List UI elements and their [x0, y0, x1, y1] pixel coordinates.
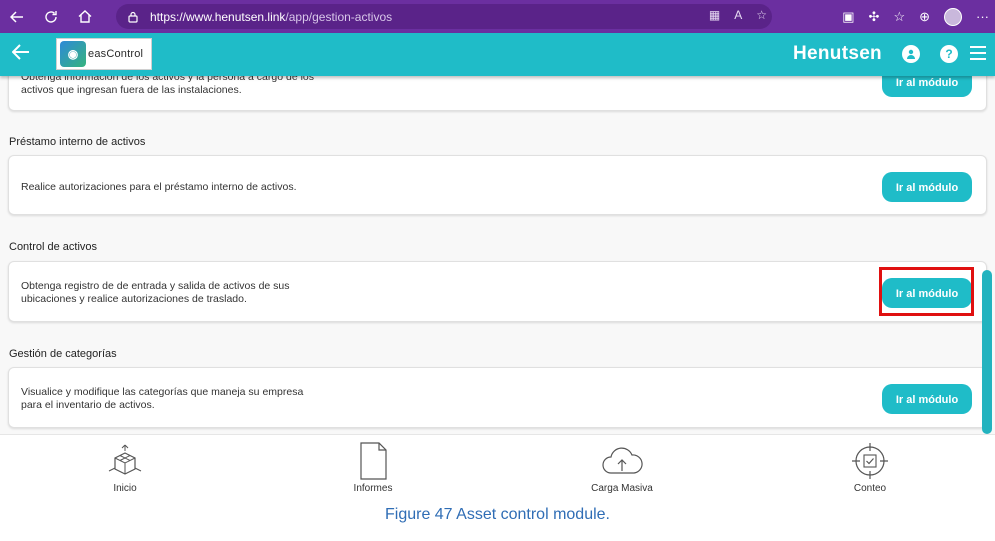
module-list: Obtenga información de los activos y la … — [0, 76, 995, 434]
logo-text: easControl — [88, 48, 144, 60]
go-to-module-button[interactable]: Ir al módulo — [882, 76, 972, 97]
nav-tab-label: Conteo — [853, 483, 887, 494]
target-check-icon — [852, 443, 888, 479]
favorites-icon[interactable]: ☆ — [893, 9, 905, 25]
url-path: /app/gestion-activos — [285, 9, 393, 24]
nav-tab-label: Inicio — [113, 483, 137, 494]
read-aloud-icon[interactable]: A — [734, 8, 742, 22]
hamburger-menu-icon[interactable] — [970, 46, 986, 64]
company-logo: ◉ easControl — [56, 38, 152, 70]
nav-tab-informes[interactable]: Informes — [313, 435, 433, 499]
collections-icon[interactable]: ▣ — [842, 9, 854, 25]
module-card-external: Obtenga información de los activos y la … — [8, 76, 987, 111]
module-card-asset-control: Obtenga registro de de entrada y salida … — [8, 261, 987, 322]
module-description: Obtenga registro de de entrada y salida … — [21, 280, 290, 305]
highlight-box — [879, 267, 974, 316]
section-title: Control de activos — [9, 241, 98, 253]
module-card-categories: Visualice y modifique las categorías que… — [8, 367, 987, 428]
nav-tab-label: Carga Masiva — [591, 483, 653, 494]
scrollbar-thumb[interactable] — [982, 270, 992, 434]
browser-home-icon[interactable] — [68, 0, 102, 33]
browser-back-icon[interactable] — [0, 0, 34, 33]
module-description: Realice autorizaciones para el préstamo … — [21, 181, 297, 193]
section-title: Gestión de categorías — [9, 348, 117, 360]
address-bar-icons: ▦ A ☆ — [709, 8, 767, 22]
fingerprint-logo-icon: ◉ — [60, 41, 86, 67]
nav-tab-inicio[interactable]: Inicio — [65, 435, 185, 499]
nav-tab-conteo[interactable]: Conteo — [810, 435, 930, 499]
cloud-upload-icon — [602, 447, 643, 474]
profile-avatar[interactable] — [944, 7, 962, 26]
lock-icon — [126, 10, 140, 24]
module-description: Obtenga información de los activos y la … — [21, 76, 315, 96]
nav-tab-carga-masiva[interactable]: Carga Masiva — [562, 435, 682, 499]
brand-logo: Henutsen — [793, 43, 882, 64]
extensions-icon[interactable]: ✣ — [869, 9, 880, 25]
module-card-internal-loan: Realice autorizaciones para el préstamo … — [8, 155, 987, 215]
browser-essentials-icon[interactable]: ⊕ — [919, 9, 930, 25]
module-description: Visualice y modifique las categorías que… — [21, 386, 304, 411]
help-icon[interactable]: ? — [940, 45, 958, 63]
go-to-module-button[interactable]: Ir al módulo — [882, 384, 972, 414]
favorite-add-icon[interactable]: ☆ — [756, 8, 767, 22]
figure-caption: Figure 47 Asset control module. — [384, 506, 610, 523]
url-host: https://www.henutsen.link — [150, 9, 286, 24]
more-icon[interactable]: ··· — [976, 9, 989, 24]
section-title: Préstamo interno de activos — [9, 136, 146, 148]
nav-tab-label: Informes — [353, 483, 393, 494]
browser-actions: ▣ ✣ ☆ ⊕ ··· — [842, 0, 989, 33]
browser-refresh-icon[interactable] — [34, 0, 68, 33]
bottom-navigation: Inicio Informes Carga Masiva Conteo — [0, 434, 995, 498]
go-to-module-button[interactable]: Ir al módulo — [882, 172, 972, 202]
user-account-icon[interactable] — [902, 45, 920, 63]
address-bar[interactable]: https://www.henutsen.link/app/gestion-ac… — [116, 4, 772, 29]
app-header: ◉ easControl Henutsen ? — [0, 33, 995, 76]
grid-icon[interactable]: ▦ — [709, 8, 720, 22]
back-arrow-icon[interactable] — [11, 44, 30, 64]
home-cube-icon — [108, 444, 142, 475]
document-icon — [360, 442, 387, 480]
